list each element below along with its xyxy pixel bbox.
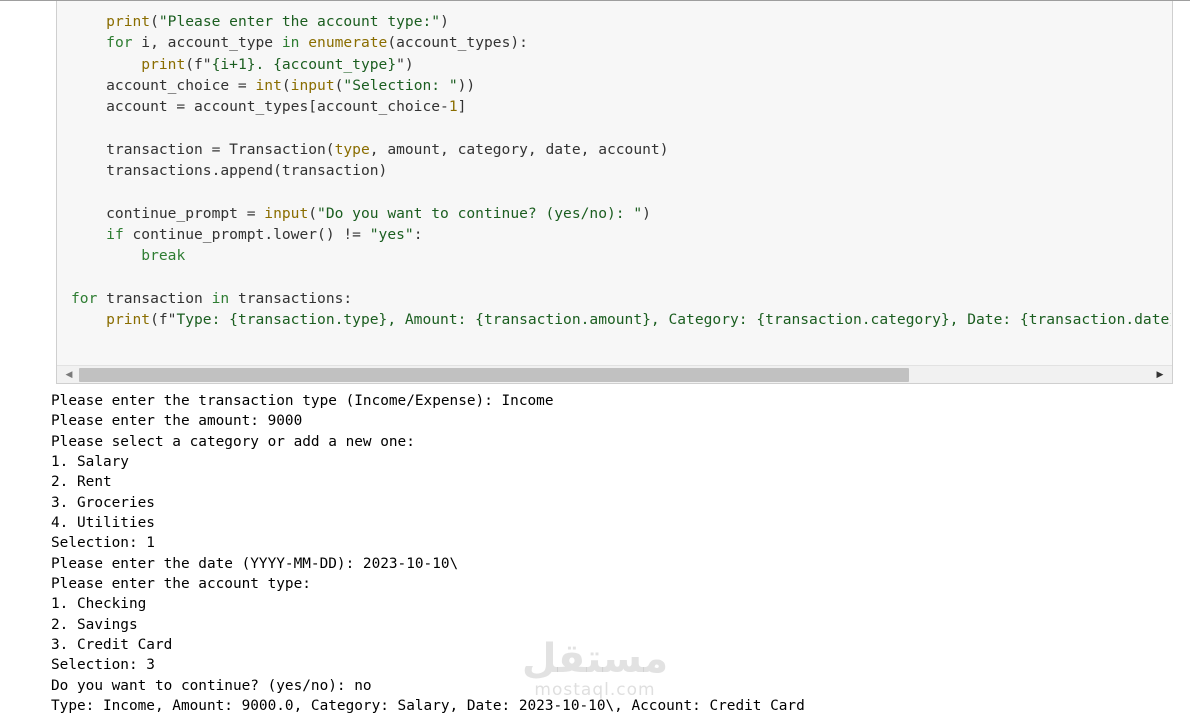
code-token: enumerate	[308, 34, 388, 52]
output-line: Type: Income, Amount: 9000.0, Category: …	[51, 698, 805, 715]
output-line: Please enter the account type:	[51, 576, 311, 593]
code-token: {i+1}. {account_type}	[211, 55, 397, 73]
scroll-right-arrow-icon[interactable]: ▶	[1152, 366, 1168, 383]
output-line: Please select a category or add a new on…	[51, 433, 415, 450]
code-token: , amount, category, date, account)	[369, 140, 669, 158]
code-token: if	[106, 225, 124, 243]
code-editor[interactable]: print("Please enter the account type:") …	[71, 11, 1171, 356]
code-token: ")	[396, 55, 414, 73]
code-token: (	[281, 76, 291, 94]
code-line: transaction = Transaction(type, amount, …	[71, 139, 1171, 160]
code-token: (account_types):	[387, 34, 528, 52]
code-line: print("Please enter the account type:")	[71, 11, 1171, 32]
code-line: for transaction in transactions:	[71, 288, 1171, 309]
code-token: type	[334, 140, 370, 158]
code-token: for	[106, 34, 133, 52]
code-token: transactions:	[229, 289, 353, 307]
code-token: print	[106, 13, 151, 30]
code-line: account = account_types[account_choice-1…	[71, 96, 1171, 117]
code-token: transaction = Transaction(	[71, 140, 335, 158]
code-line: print(f"Type: {transaction.type}, Amount…	[71, 309, 1171, 330]
code-token: Type: {transaction.type}, Amount: {trans…	[176, 311, 1171, 329]
code-token: i, account_type	[132, 34, 282, 52]
code-token: int	[255, 76, 282, 94]
code-line: account_choice = int(input("Selection: "…	[71, 75, 1171, 96]
output-line: 1. Checking	[51, 596, 147, 613]
output-line: 4. Utilities	[51, 515, 155, 532]
code-line: continue_prompt = input("Do you want to …	[71, 203, 1171, 224]
code-line: break	[71, 245, 1171, 266]
code-token: transactions.append(transaction)	[71, 162, 388, 180]
code-line: for i, account_type in enumerate(account…	[71, 32, 1171, 53]
output-line: 3. Credit Card	[51, 637, 173, 654]
output-line: Selection: 3	[51, 657, 155, 674]
cell-output: Please enter the transaction type (Incom…	[51, 391, 1171, 724]
scrollbar-thumb[interactable]	[79, 368, 909, 382]
code-line: transactions.append(transaction)	[71, 160, 1171, 181]
output-line: Selection: 1	[51, 535, 155, 552]
code-token: ))	[457, 76, 476, 94]
code-token: for	[71, 289, 98, 307]
code-token: print	[141, 55, 186, 73]
output-line: 2. Savings	[51, 616, 138, 633]
output-line: Please enter the date (YYYY-MM-DD): 2023…	[51, 555, 459, 572]
code-token: account_choice =	[71, 76, 256, 94]
horizontal-scrollbar[interactable]: ◀ ▶	[57, 365, 1172, 383]
code-token: (	[150, 13, 159, 30]
code-token: (f"	[185, 55, 212, 73]
code-token: "Please enter the account type:"	[158, 13, 441, 30]
code-cell[interactable]: print("Please enter the account type:") …	[56, 1, 1173, 384]
output-line: 2. Rent	[51, 474, 112, 491]
code-token: transaction	[97, 289, 212, 307]
code-token: input	[290, 76, 335, 94]
code-token: :	[413, 225, 423, 243]
code-token: (	[308, 204, 318, 222]
output-line: Please enter the transaction type (Incom…	[51, 393, 554, 409]
code-token: input	[264, 204, 309, 222]
code-token: "yes"	[369, 225, 414, 243]
code-token: in	[211, 289, 230, 307]
code-token: )	[440, 13, 449, 30]
code-token: break	[141, 247, 186, 265]
code-token: "Do you want to continue? (yes/no): "	[317, 204, 643, 222]
code-token: print	[106, 311, 151, 329]
code-token: in	[281, 34, 300, 52]
scroll-left-arrow-icon[interactable]: ◀	[61, 366, 77, 383]
code-line: print(f"{i+1}. {account_type}")	[71, 54, 1171, 75]
output-line: 3. Groceries	[51, 494, 155, 511]
code-token: "Selection: "	[343, 76, 458, 94]
output-line: 1. Salary	[51, 454, 129, 471]
code-token: ]	[457, 98, 467, 116]
output-line: Do you want to continue? (yes/no): no	[51, 677, 372, 694]
code-token: )	[642, 204, 651, 222]
code-token: continue_prompt =	[71, 204, 265, 222]
code-token: continue_prompt.lower() !=	[123, 225, 370, 243]
code-token: 1	[448, 98, 458, 116]
code-line: if continue_prompt.lower() != "yes":	[71, 224, 1171, 245]
code-token: (f"	[150, 311, 177, 329]
code-token: account = account_types[account_choice-	[71, 98, 449, 116]
output-line: Please enter the amount: 9000	[51, 413, 303, 430]
